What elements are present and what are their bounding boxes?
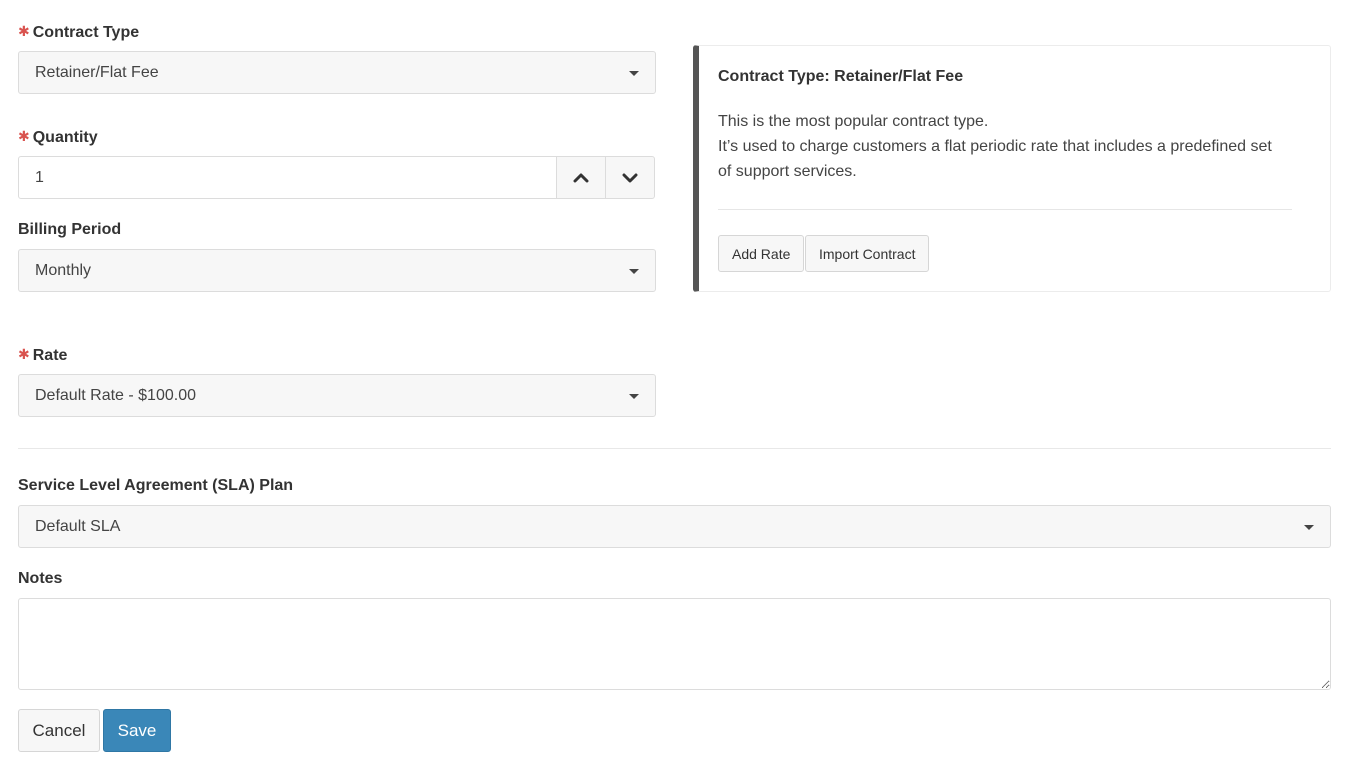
info-panel-title: Contract Type: Retainer/Flat Fee: [718, 68, 964, 85]
info-panel-line: It’s used to charge customers a flat per…: [718, 138, 1272, 155]
billing-period-label: Billing Period: [18, 221, 122, 238]
caret-down-icon: [1304, 525, 1314, 530]
add-rate-button[interactable]: Add Rate: [718, 235, 805, 272]
quantity-label-text: Quantity: [32, 129, 98, 146]
quantity-label: ✱ Quantity: [18, 127, 98, 148]
notes-label: Notes: [18, 570, 63, 587]
quantity-decrement-button[interactable]: [605, 156, 655, 199]
rate-label: ✱ Rate: [18, 345, 67, 366]
required-asterisk-icon: ✱: [18, 346, 30, 362]
billing-period-value: Monthly: [35, 262, 92, 279]
caret-down-icon: [629, 269, 639, 274]
save-button[interactable]: Save: [103, 709, 171, 752]
quantity-increment-button[interactable]: [556, 156, 606, 199]
info-panel-divider: [718, 209, 1292, 210]
sla-plan-label: Service Level Agreement (SLA) Plan: [18, 477, 294, 494]
rate-label-text: Rate: [32, 347, 68, 364]
notes-textarea[interactable]: [18, 598, 1331, 690]
chevron-down-icon: [622, 173, 638, 182]
sla-plan-select[interactable]: Default SLA: [18, 505, 1331, 548]
rate-select[interactable]: Default Rate - $100.00: [18, 374, 656, 417]
cancel-button[interactable]: Cancel: [18, 709, 100, 752]
required-asterisk-icon: ✱: [18, 128, 30, 144]
caret-down-icon: [629, 71, 639, 76]
section-divider: [18, 448, 1331, 449]
rate-value: Default Rate - $100.00: [35, 387, 196, 404]
contract-type-info-panel: Contract Type: Retainer/Flat Fee This is…: [693, 45, 1331, 292]
info-panel-line: This is the most popular contract type.: [718, 113, 989, 130]
sla-plan-value: Default SLA: [35, 518, 121, 535]
chevron-up-icon: [573, 173, 589, 182]
contract-type-label: ✱ Contract Type: [18, 22, 139, 43]
contract-type-label-text: Contract Type: [32, 24, 140, 41]
contract-type-value: Retainer/Flat Fee: [35, 64, 159, 81]
info-panel-line: of support services.: [718, 163, 857, 180]
billing-period-select[interactable]: Monthly: [18, 249, 656, 292]
import-contract-button[interactable]: Import Contract: [805, 235, 930, 272]
contract-type-select[interactable]: Retainer/Flat Fee: [18, 51, 656, 94]
contract-form-page: ✱ Contract Type Retainer/Flat Fee ✱ Quanti…: [0, 0, 1352, 772]
required-asterisk-icon: ✱: [18, 23, 30, 39]
quantity-input[interactable]: [18, 156, 557, 199]
caret-down-icon: [629, 394, 639, 399]
